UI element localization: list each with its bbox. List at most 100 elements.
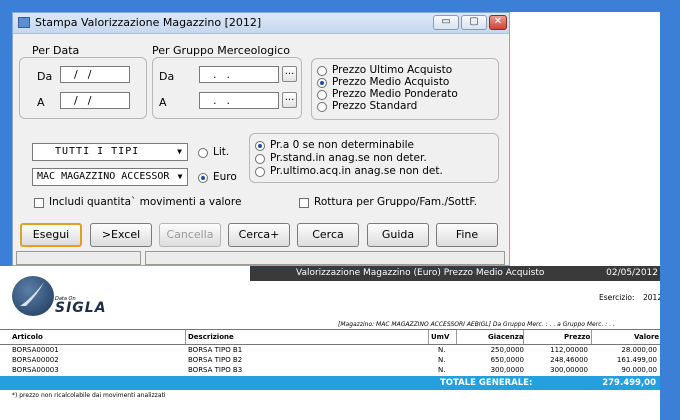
app-icon [18,17,30,28]
cell-prezzo: 300,00000 [550,366,588,374]
cell-valore: 161.499,00 [616,356,657,364]
logo-text: SIGLA [55,300,107,316]
filter-line: [Magazzino: MAC MAGAZZINO ACCESSORI AEBI… [338,321,615,328]
table-row: BORSA00001 BORSA TIPO B1 N. 250,0000 112… [0,346,660,356]
footnote: *) prezzo non ricalcolabile dai moviment… [12,392,166,399]
cell-giacenza: 650,0000 [490,356,524,364]
divider [0,329,660,330]
total-label: TOTALE GENERALE: [440,378,533,388]
radio-label: Pr.a 0 se non determinabile [270,139,414,151]
radio-pr-zero[interactable] [255,141,265,151]
per-gruppo-da-label: Da [159,70,175,83]
status-panel-left [16,251,141,265]
rottura-checkbox[interactable] [299,198,309,208]
cell-descrizione: BORSA TIPO B2 [188,356,243,364]
includi-checkbox[interactable] [34,198,44,208]
fine-button[interactable]: Fine [436,223,498,247]
date-from-field[interactable]: / / [60,66,130,83]
report-preview: Valorizzazione Magazzino (Euro) Prezzo M… [0,266,680,420]
total-bar: TOTALE GENERALE: 279.499,00 [0,376,660,390]
tipi-select[interactable]: TUTTI I TIPI ▼ [32,143,188,161]
cell-giacenza: 300,0000 [490,366,524,374]
cell-articolo: BORSA00003 [12,366,59,374]
magazzino-select-value: MAC MAGAZZINO ACCESSOR [37,171,170,182]
magazzino-select[interactable]: MAC MAGAZZINO ACCESSOR ▼ [32,168,188,186]
guida-button[interactable]: Guida [367,223,429,247]
rottura-label: Rottura per Gruppo/Fam./SottF. [314,196,478,208]
divider [428,330,429,344]
cell-umv: N. [438,356,446,364]
cell-prezzo: 112,00000 [550,346,588,354]
euro-label: Euro [213,171,237,183]
date-to-field[interactable]: / / [60,92,130,109]
includi-label: Includi quantita` movimenti a valore [49,196,242,208]
cell-umv: N. [438,366,446,374]
total-value: 279.499,00 [602,378,656,388]
per-data-legend: Per Data [32,44,80,57]
minimize-button[interactable]: ▭ [433,15,459,30]
dialog-window: Stampa Valorizzazione Magazzino [2012] ▭… [12,12,510,266]
radio-prezzo-ultimo[interactable] [317,66,327,76]
maximize-button[interactable]: ▢ [461,15,487,30]
cell-giacenza: 250,0000 [490,346,524,354]
tipi-select-value: TUTTI I TIPI [55,146,140,157]
radio-euro[interactable] [198,173,208,183]
radio-label: Pr.ultimo.acq.in anag.se non det. [270,165,443,177]
radio-label: Prezzo Ultimo Acquisto [332,64,453,76]
col-prezzo: Prezzo [564,333,591,341]
divider [523,330,524,344]
cell-descrizione: BORSA TIPO B1 [188,346,243,354]
report-date: 02/05/2012 [606,268,658,278]
per-data-a-label: A [37,96,45,109]
group-to-field[interactable]: . . [199,92,279,109]
radio-pr-ultimo[interactable] [255,167,265,177]
cerca-button[interactable]: Cerca [297,223,359,247]
right-edge [660,266,680,420]
close-button[interactable]: ✕ [489,15,507,30]
chevron-down-icon: ▼ [174,170,186,184]
radio-prezzo-standard[interactable] [317,102,327,112]
report-header-bar: Valorizzazione Magazzino (Euro) Prezzo M… [250,266,660,281]
group-to-lookup-button[interactable]: ... [282,92,297,108]
cell-descrizione: BORSA TIPO B3 [188,366,243,374]
radio-label: Prezzo Medio Acquisto [332,76,450,88]
window-title: Stampa Valorizzazione Magazzino [2012] [35,16,262,29]
cell-umv: N. [438,346,446,354]
background-panel [510,12,660,266]
cell-valore: 28.000,00 [621,346,657,354]
radio-prezzo-medio[interactable] [317,78,327,88]
lit-label: Lit. [213,146,230,158]
group-from-lookup-button[interactable]: ... [282,66,297,82]
radio-label: Prezzo Medio Ponderato [332,88,458,100]
table-row: BORSA00003 BORSA TIPO B3 N. 300,0000 300… [0,366,660,376]
table-row: BORSA00002 BORSA TIPO B2 N. 650,0000 248… [0,356,660,366]
cerca-plus-button[interactable]: Cerca+ [228,223,290,247]
esercizio-label: Esercizio: [599,293,635,302]
status-panel-right [145,251,505,265]
cancella-button[interactable]: Cancella [159,223,221,247]
cell-articolo: BORSA00001 [12,346,59,354]
divider [591,330,592,344]
radio-lit[interactable] [198,148,208,158]
group-from-field[interactable]: . . [199,66,279,83]
cell-articolo: BORSA00002 [12,356,59,364]
per-gruppo-a-label: A [159,96,167,109]
radio-prezzo-ponderato[interactable] [317,90,327,100]
report-rows: BORSA00001 BORSA TIPO B1 N. 250,0000 112… [0,346,660,376]
divider [456,330,457,344]
radio-label: Pr.stand.in anag.se non deter. [270,152,427,164]
cell-valore: 90.000,00 [621,366,657,374]
radio-label: Prezzo Standard [332,100,418,112]
report-title: Valorizzazione Magazzino (Euro) Prezzo M… [296,268,545,278]
esegui-button[interactable]: Esegui [20,223,82,247]
excel-button[interactable]: >Excel [90,223,152,247]
sigla-logo-icon [12,276,54,316]
col-articolo: Articolo [12,333,43,341]
col-valore: Valore [634,333,660,341]
divider [0,344,660,345]
chevron-down-icon: ▼ [177,147,183,156]
col-umv: UmV [431,333,450,341]
col-descrizione: Descrizione [188,333,234,341]
radio-pr-standard[interactable] [255,154,265,164]
divider [185,330,186,344]
